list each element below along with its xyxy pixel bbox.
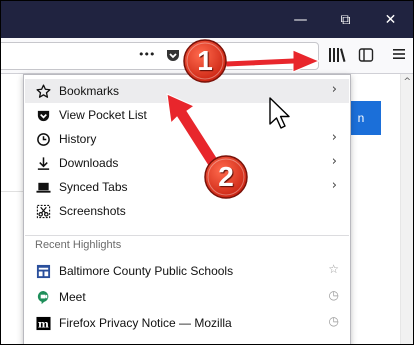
clock-icon[interactable]: ◷	[329, 288, 339, 302]
menu-item-view-pocket-list[interactable]: View Pocket List	[25, 103, 349, 127]
hamburger-menu-icon[interactable]	[392, 47, 406, 67]
address-bar[interactable]	[1, 42, 319, 70]
library-icon[interactable]	[328, 47, 346, 69]
chevron-right-icon: ›	[331, 154, 337, 169]
bcps-favicon	[35, 263, 51, 279]
annotation-badge-2-label: 2	[218, 161, 234, 192]
star-icon	[35, 83, 51, 99]
minimize-button[interactable]: —	[278, 1, 323, 38]
library-menu: Bookmarks › View Pocket List History › D…	[23, 74, 351, 344]
synced-tabs-icon	[35, 179, 51, 195]
close-button[interactable]: ✕	[368, 1, 413, 38]
browser-window: — ⧉ ✕ ••• n ^ Bookmarks › View Pocket Li…	[0, 0, 414, 345]
download-icon	[35, 155, 51, 171]
chevron-right-icon: ›	[331, 130, 337, 145]
mdn-favicon: m	[35, 315, 51, 331]
svg-text:m: m	[38, 318, 49, 330]
pocket-icon	[35, 107, 51, 123]
clock-icon[interactable]: ◷	[329, 314, 339, 328]
chevron-right-icon: ›	[331, 82, 337, 97]
star-outline-icon[interactable]: ☆	[328, 262, 339, 276]
title-bar: — ⧉ ✕	[1, 1, 413, 38]
menu-item-bookmarks[interactable]: Bookmarks ›	[25, 79, 349, 103]
clock-icon	[35, 131, 51, 147]
menu-item-downloads[interactable]: Downloads ›	[25, 151, 349, 175]
menu-separator	[25, 235, 349, 236]
page-actions-button[interactable]: •••	[138, 45, 155, 65]
recent-item-mozilla-privacy[interactable]: m Firefox Privacy Notice — Mozilla ◷	[25, 311, 349, 335]
pocket-icon[interactable]	[165, 47, 181, 69]
recent-item-bcps[interactable]: Baltimore County Public Schools ☆	[25, 259, 349, 283]
screenshot-icon	[35, 203, 51, 219]
menu-item-screenshots[interactable]: Screenshots	[25, 199, 349, 223]
sidebar-icon[interactable]	[358, 47, 374, 69]
chevron-right-icon: ›	[331, 178, 337, 193]
recent-highlights-header: Recent Highlights	[35, 239, 122, 251]
restore-button[interactable]: ⧉	[323, 1, 368, 38]
mouse-cursor-icon	[269, 97, 290, 129]
meet-favicon	[35, 289, 51, 305]
annotation-badge-1-label: 1	[197, 45, 213, 76]
page-scrollbar[interactable]	[400, 74, 413, 344]
recent-item-meet[interactable]: Meet ◷	[25, 285, 349, 309]
menu-item-history[interactable]: History ›	[25, 127, 349, 151]
scroll-up-arrow[interactable]: ^	[403, 77, 411, 87]
menu-item-synced-tabs[interactable]: Synced Tabs ›	[25, 175, 349, 199]
